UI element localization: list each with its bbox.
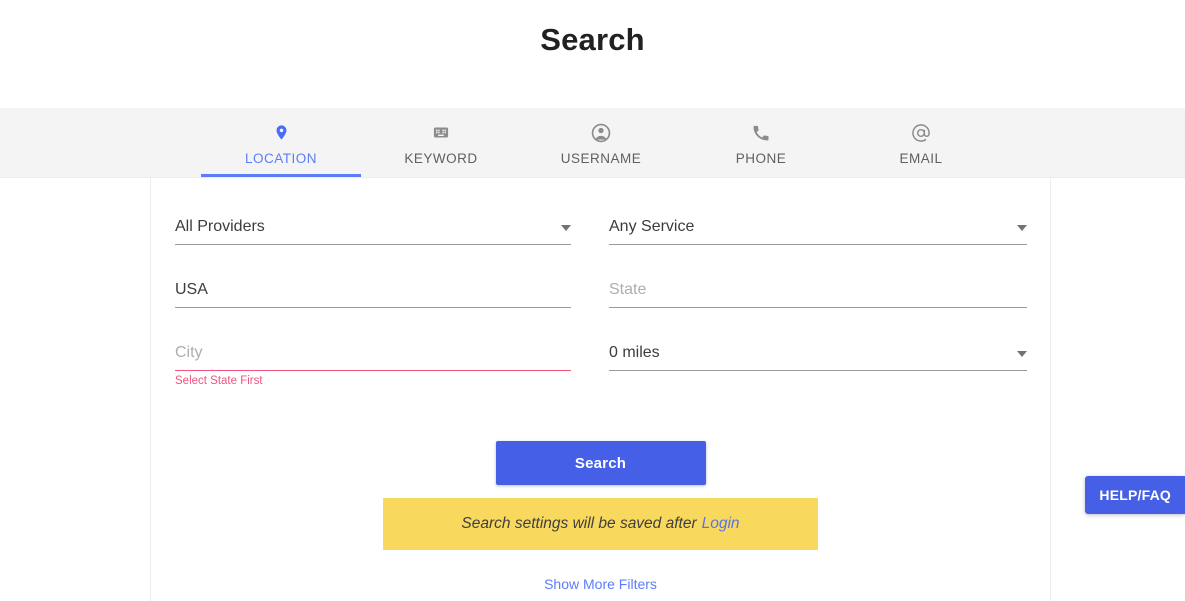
tab-username-label: USERNAME: [560, 150, 642, 166]
tab-keyword-label: KEYWORD: [404, 150, 478, 166]
search-button[interactable]: Search: [495, 441, 706, 485]
state-field[interactable]: State: [601, 273, 1027, 308]
save-settings-banner-row: Search settings will be saved after Logi…: [151, 498, 1050, 550]
state-field-value: State: [609, 281, 647, 298]
radius-field[interactable]: 0 miles: [601, 336, 1027, 371]
tab-email-label: EMAIL: [899, 150, 943, 166]
provider-field-value: All Providers: [175, 218, 265, 235]
tab-keyword[interactable]: KEYWORD: [361, 108, 521, 177]
save-settings-banner-text: Search settings will be saved after: [461, 515, 697, 532]
search-form-card: All Providers Any Service USA State City: [150, 178, 1051, 601]
service-field[interactable]: Any Service: [601, 210, 1027, 245]
city-field-error: Select State First: [175, 375, 263, 387]
show-more-filters-link[interactable]: Show More Filters: [544, 576, 657, 592]
radius-field-value: 0 miles: [609, 344, 660, 361]
search-form-grid: All Providers Any Service USA State City: [175, 210, 1028, 399]
service-field-value: Any Service: [609, 218, 695, 235]
city-field-value: City: [175, 344, 203, 361]
country-field-value: USA: [175, 281, 208, 298]
chevron-down-icon[interactable]: [1017, 351, 1027, 357]
tab-username[interactable]: USERNAME: [521, 108, 681, 177]
city-field[interactable]: City Select State First: [175, 336, 601, 387]
save-settings-banner: Search settings will be saved after Logi…: [383, 498, 818, 550]
tab-location[interactable]: LOCATION: [201, 108, 361, 177]
map-pin-icon: [273, 120, 290, 146]
chevron-down-icon[interactable]: [1017, 225, 1027, 231]
tab-phone-label: PHONE: [735, 150, 787, 166]
page-title: Search: [540, 22, 645, 57]
tab-email[interactable]: EMAIL: [841, 108, 1001, 177]
at-sign-icon: [910, 120, 932, 146]
search-type-tabbar: LOCATION KEYWORD USERNAME PHONE EMAIL: [0, 108, 1185, 178]
provider-field[interactable]: All Providers: [175, 210, 601, 245]
search-button-row: Search: [151, 441, 1050, 485]
login-link[interactable]: Login: [702, 515, 740, 533]
keyboard-icon: [430, 120, 452, 146]
account-circle-icon: [590, 120, 612, 146]
phone-icon: [751, 120, 771, 146]
country-field[interactable]: USA: [175, 273, 601, 308]
tab-phone[interactable]: PHONE: [681, 108, 841, 177]
more-filters-row: Show More Filters: [151, 576, 1050, 592]
chevron-down-icon[interactable]: [561, 225, 571, 231]
tab-location-label: LOCATION: [244, 150, 317, 166]
help-faq-button[interactable]: HELP/FAQ: [1085, 476, 1185, 514]
